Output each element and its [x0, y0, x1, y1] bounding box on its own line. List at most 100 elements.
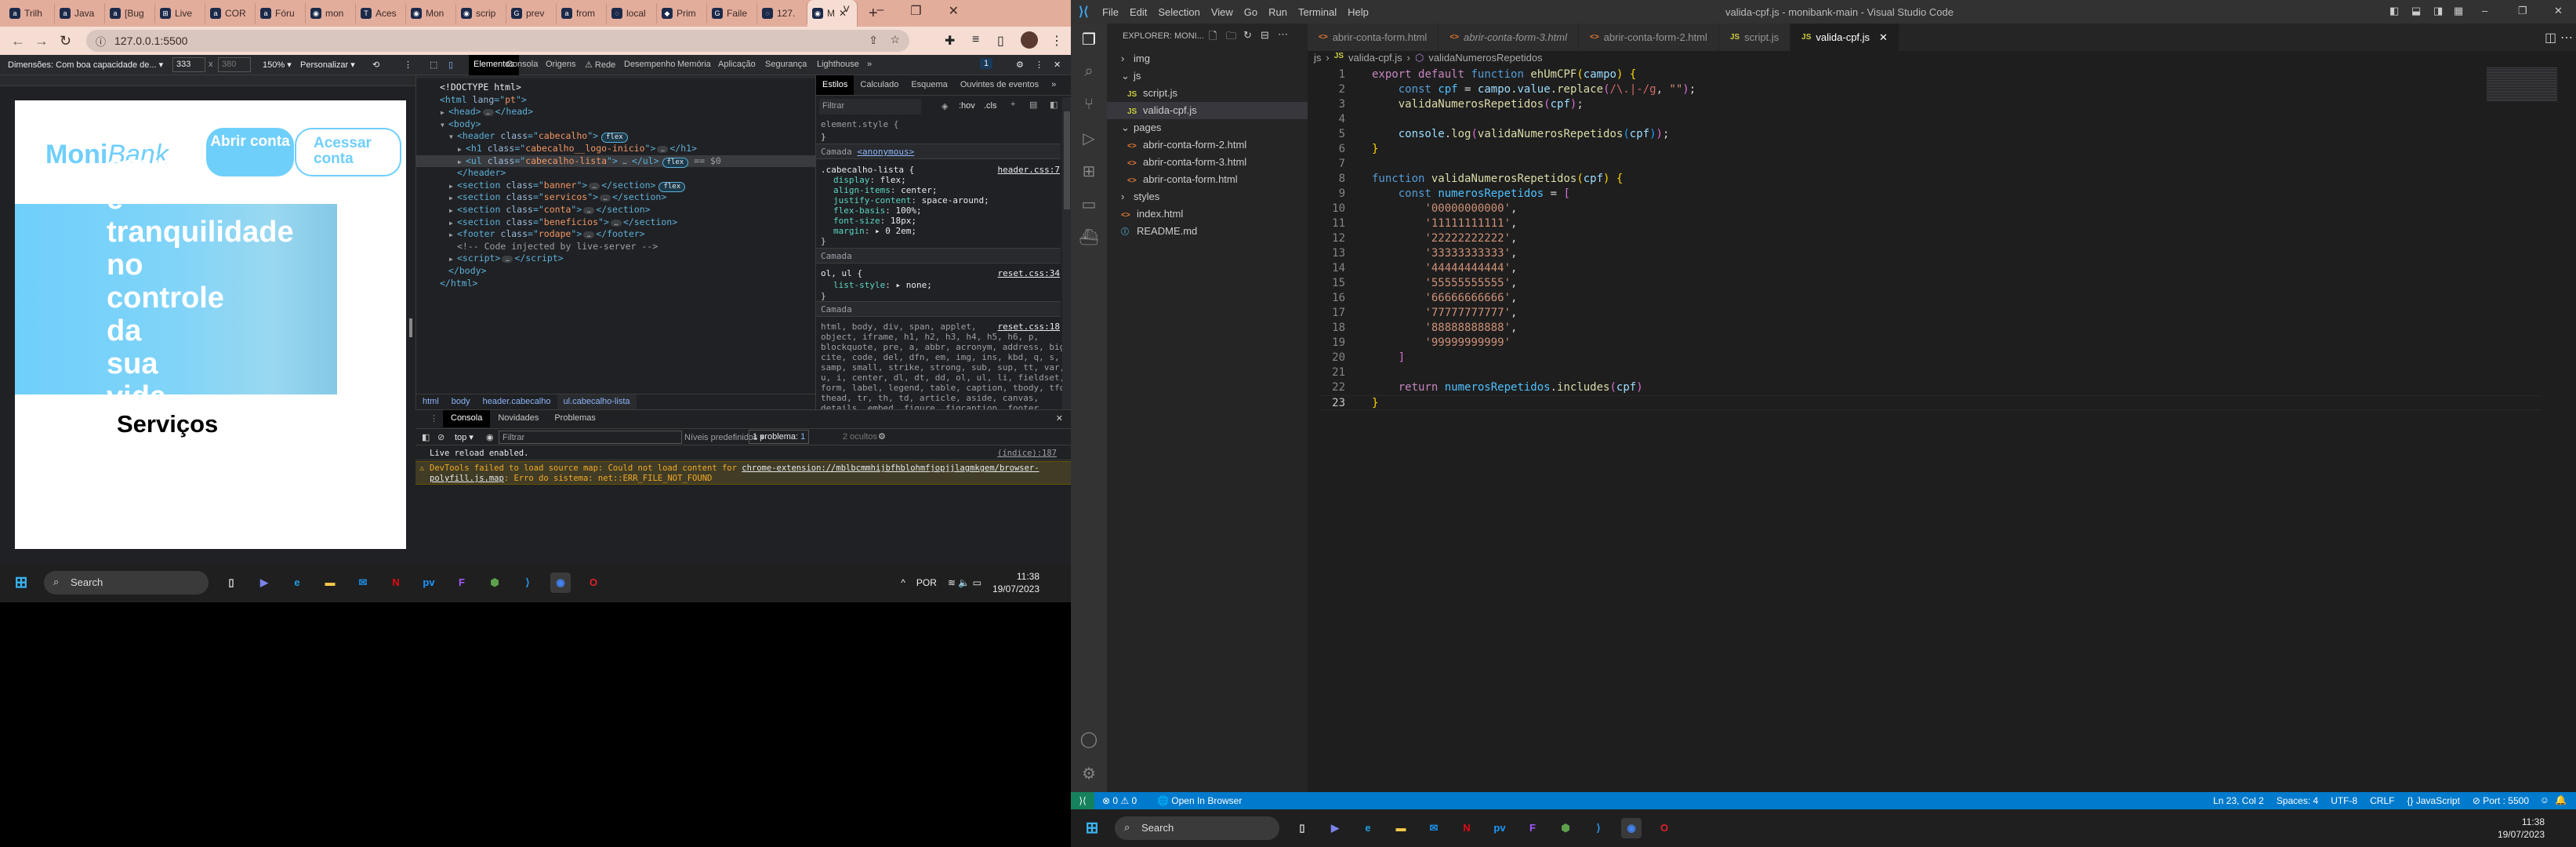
dom-node[interactable]: ▶ <head>… </head>: [432, 106, 533, 118]
tree-item[interactable]: › img: [1107, 50, 1308, 67]
code-line[interactable]: 18 '88888888888',: [1319, 321, 2542, 336]
styles-tab[interactable]: Estilos: [816, 75, 854, 95]
code-line[interactable]: 14 '44444444444',: [1319, 261, 2542, 276]
code-line[interactable]: 13 '33333333333',: [1319, 246, 2542, 261]
ellipsis-button[interactable]: …: [583, 207, 595, 214]
taskbar-app-edge-icon[interactable]: e: [287, 573, 307, 593]
browser-tab[interactable]: ◌ local: [607, 3, 657, 24]
issues-badge[interactable]: 1: [980, 58, 993, 69]
site-info-icon[interactable]: ⓘ: [96, 34, 106, 49]
taskbar-app-chrome-icon[interactable]: ◉: [1621, 818, 1642, 838]
taskbar-app-nodejs-icon[interactable]: ⬢: [484, 573, 505, 593]
drawer-close-icon[interactable]: ✕: [1056, 413, 1063, 424]
devtools-tab[interactable]: Consola: [502, 55, 542, 75]
dom-breadcrumb-item[interactable]: ul.cabecalho-lista: [557, 394, 637, 409]
toggle-sidebar-icon[interactable]: ◧: [2389, 5, 2399, 17]
cls-toggle[interactable]: .cls: [984, 101, 997, 111]
close-button[interactable]: ✕: [949, 3, 959, 19]
devtools-tab[interactable]: Desempenho: [619, 55, 680, 75]
remote-indicator-icon[interactable]: ⟩⟨: [1071, 792, 1094, 809]
chrome-menu-icon[interactable]: ⋮: [1050, 33, 1063, 49]
split-editor-icon[interactable]: ◫: [2545, 30, 2556, 45]
editor-tab[interactable]: <> abrir-conta-form-3.html: [1439, 24, 1579, 51]
console-filter-input[interactable]: Filtrar: [499, 431, 682, 444]
expand-arrow-icon[interactable]: ▼: [449, 131, 457, 143]
taskbar-app-teams-icon[interactable]: ▶: [254, 573, 274, 593]
devtools-tab[interactable]: »: [862, 55, 876, 75]
editor-tab[interactable]: JS script.js: [1718, 24, 1791, 51]
language-indicator[interactable]: POR: [916, 577, 937, 588]
tree-item[interactable]: <> abrir-conta-form-2.html: [1107, 136, 1308, 154]
code-line[interactable]: 6}: [1319, 142, 2542, 157]
browser-tab[interactable]: a [Bug: [105, 3, 155, 24]
taskbar-app-figma-icon[interactable]: F: [1522, 818, 1543, 838]
drawer-tab[interactable]: Problemas: [546, 410, 604, 427]
vscode-close-button[interactable]: ✕: [2554, 5, 2563, 17]
bookmark-star-icon[interactable]: ☆: [890, 33, 900, 46]
code-line[interactable]: 8 function validaNumerosRepetidos(cpf) {: [1319, 172, 2542, 187]
styles-filter-input[interactable]: Filtrar: [819, 99, 921, 115]
taskbar-app-netflix-icon[interactable]: N: [1457, 818, 1477, 838]
dom-node[interactable]: <html lang="pt">: [432, 94, 527, 106]
tree-item[interactable]: JS valida-cpf.js: [1107, 102, 1308, 119]
expand-arrow-icon[interactable]: ▶: [449, 192, 457, 204]
menu-edit[interactable]: Edit: [1130, 6, 1147, 18]
css-declaration[interactable]: flex-basis: 100%;: [833, 205, 922, 216]
dom-node[interactable]: </html>: [432, 278, 477, 289]
dom-node[interactable]: ▶ <section class="beneficios">… </section>: [432, 216, 677, 228]
docker-icon[interactable]: ⛴: [1079, 227, 1099, 248]
toggle-panel-icon[interactable]: ⬓: [2411, 5, 2421, 17]
taskbar-search[interactable]: ⌕ Search: [44, 571, 209, 594]
status-item[interactable]: UTF-8: [2331, 795, 2357, 806]
dom-node[interactable]: <!-- Code injected by live-server -->: [432, 241, 658, 253]
expand-arrow-icon[interactable]: ▼: [441, 119, 448, 131]
browser-tab[interactable]: ◆ Prim: [657, 3, 707, 24]
styles-tab[interactable]: Ouvintes de eventos: [954, 75, 1045, 95]
hov-toggle[interactable]: :hov: [959, 101, 975, 111]
live-expression-icon[interactable]: ◉: [486, 432, 494, 442]
code-line[interactable]: 9 const numerosRepetidos = [: [1319, 187, 2542, 202]
ellipsis-button[interactable]: …: [657, 146, 669, 153]
menu-go[interactable]: Go: [1244, 6, 1257, 18]
tab-search-button[interactable]: ˅: [843, 3, 850, 19]
rule-source-link[interactable]: reset.css:18: [998, 322, 1060, 332]
minimize-button[interactable]: –: [876, 3, 883, 19]
flex-badge[interactable]: flex: [601, 133, 628, 144]
css-declaration[interactable]: justify-content: space-around;: [833, 195, 989, 205]
refresh-icon[interactable]: ↻: [1243, 29, 1252, 42]
explorer-icon[interactable]: ❐: [1079, 30, 1099, 50]
taskbar-app-opera-icon[interactable]: O: [583, 573, 604, 593]
taskbar-app-prime-video-icon[interactable]: pv: [1489, 818, 1510, 838]
vscode-maximize-button[interactable]: ❐: [2518, 5, 2527, 17]
reload-icon[interactable]: ↻: [60, 33, 71, 49]
expand-arrow-icon[interactable]: ▶: [458, 144, 466, 155]
taskbar-app-prime-video-icon[interactable]: pv: [419, 573, 439, 593]
new-rule-icon[interactable]: +: [1010, 100, 1015, 109]
css-declaration[interactable]: font-size: 18px;: [833, 216, 916, 226]
menu-selection[interactable]: Selection: [1158, 6, 1199, 18]
dom-node[interactable]: ▶ <script>… </script>: [432, 253, 564, 264]
tree-item[interactable]: ⌄ pages: [1107, 119, 1308, 136]
code-line[interactable]: 5 console.log(validaNumerosRepetidos(cpf…: [1319, 127, 2542, 142]
rotate-icon[interactable]: ⟲: [372, 60, 379, 70]
tree-item[interactable]: › styles: [1107, 188, 1308, 205]
sidebar-toggle-icon[interactable]: ◧: [422, 432, 430, 442]
zoom-select[interactable]: 150% ▾: [263, 60, 292, 70]
devtools-tab[interactable]: ⚠ Rede: [580, 55, 620, 75]
forward-icon[interactable]: →: [34, 33, 49, 49]
remote-explorer-icon[interactable]: ▭: [1079, 194, 1099, 215]
browser-tab[interactable]: T Aces: [356, 3, 406, 24]
expand-arrow-icon[interactable]: ▶: [449, 205, 457, 216]
browser-tab[interactable]: a Java: [55, 3, 105, 24]
dom-node[interactable]: </header>: [432, 167, 506, 179]
context-select[interactable]: top ▾: [455, 432, 473, 442]
expand-arrow-icon[interactable]: ▶: [449, 229, 457, 241]
menu-file[interactable]: File: [1102, 6, 1119, 18]
taskbar-app-teams-icon[interactable]: ▶: [1325, 818, 1345, 838]
taskbar-app-explorer-icon[interactable]: ▬: [1391, 818, 1411, 838]
browser-tab[interactable]: a Fóru: [256, 3, 306, 24]
console-settings-icon[interactable]: ⚙: [878, 431, 886, 442]
expand-arrow-icon[interactable]: ▶: [458, 156, 466, 168]
resize-handle-right[interactable]: [409, 318, 412, 337]
maximize-button[interactable]: ❐: [910, 3, 921, 19]
